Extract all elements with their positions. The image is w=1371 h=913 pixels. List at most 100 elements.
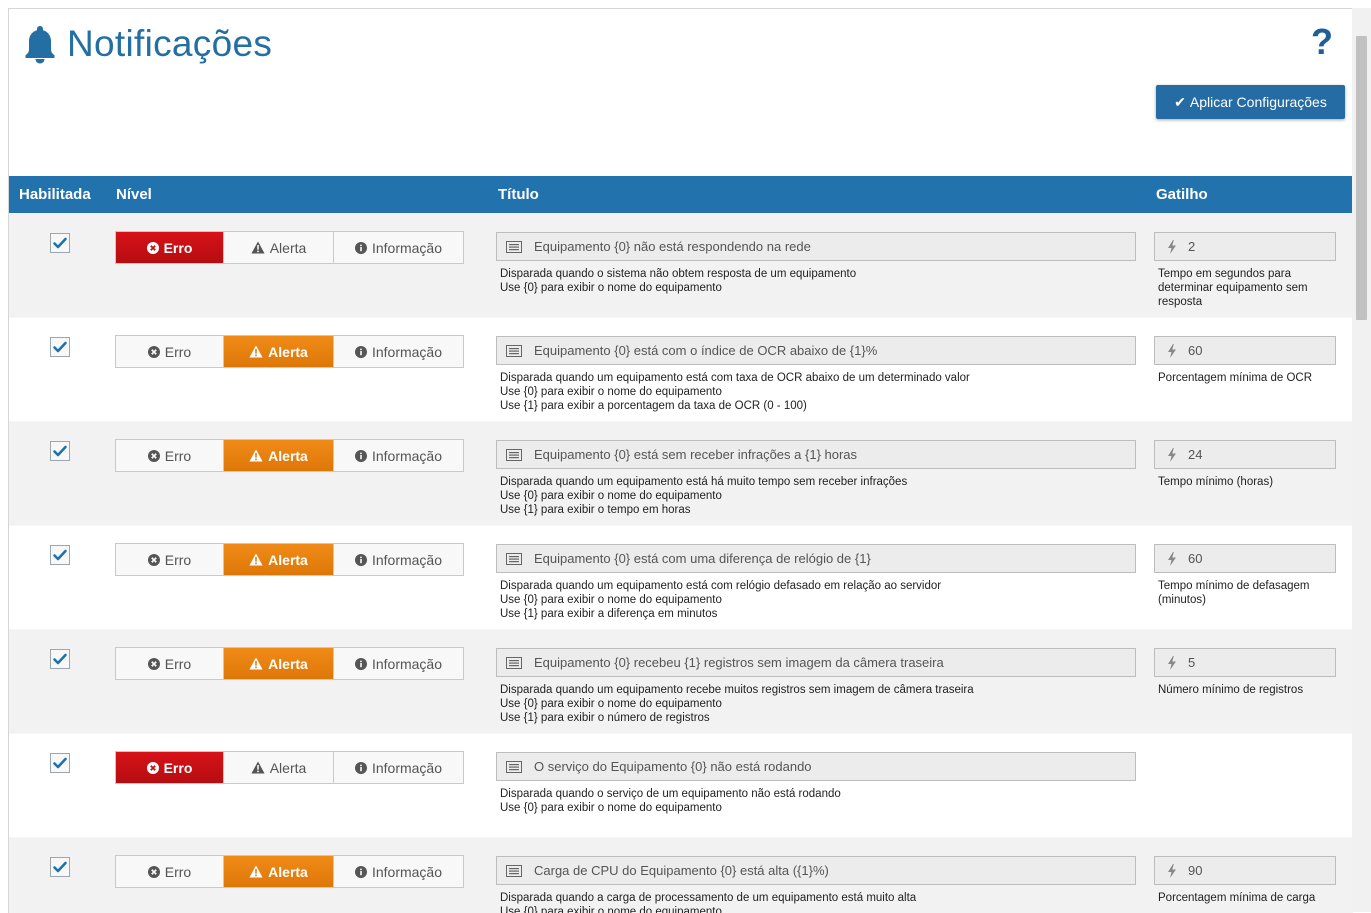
level-alert-label: Alerta <box>269 239 307 256</box>
scrollbar[interactable] <box>1352 8 1371 912</box>
trigger-value: 2 <box>1188 239 1196 254</box>
trigger-description: Tempo em segundos para determinar equipa… <box>1158 268 1308 308</box>
level-error-button[interactable]: Erro <box>116 752 224 783</box>
list-icon <box>506 240 522 253</box>
list-icon <box>506 448 522 461</box>
enabled-checkbox[interactable] <box>50 233 70 253</box>
level-alert-button[interactable]: Alerta <box>224 336 334 367</box>
level-info-button[interactable]: Informação <box>334 752 463 783</box>
notification-description: Disparada quando um equipamento recebe m… <box>500 684 974 724</box>
level-error-button[interactable]: Erro <box>116 648 224 679</box>
title-input[interactable]: Equipamento {0} está com o índice de OCR… <box>496 336 1136 365</box>
title-input[interactable]: Equipamento {0} não está respondendo na … <box>496 232 1136 261</box>
column-trigger: Gatilho <box>1156 186 1208 203</box>
level-info-label: Informação <box>371 759 443 776</box>
level-selector: Erro Alerta Informação <box>115 543 464 576</box>
times-circle-icon <box>146 241 159 254</box>
level-error-label: Erro <box>164 447 192 464</box>
table-row: Erro Alerta Informação O serviço do Equi… <box>9 733 1353 837</box>
level-selector: Erro Alerta Informação <box>115 231 464 264</box>
level-alert-button[interactable]: Alerta <box>224 232 334 263</box>
enabled-checkbox[interactable] <box>50 753 70 773</box>
times-circle-icon <box>147 449 160 462</box>
level-alert-button[interactable]: Alerta <box>224 544 334 575</box>
level-alert-label: Alerta <box>268 447 308 464</box>
enabled-checkbox[interactable] <box>50 857 70 877</box>
level-info-label: Informação <box>371 239 443 256</box>
trigger-input[interactable]: 60 <box>1154 544 1336 573</box>
check-icon <box>53 549 67 561</box>
help-icon[interactable]: ? <box>1311 24 1333 60</box>
trigger-input[interactable]: 60 <box>1154 336 1336 365</box>
level-error-button[interactable]: Erro <box>116 440 224 471</box>
warning-icon <box>251 241 265 254</box>
bolt-icon <box>1168 863 1176 878</box>
list-icon <box>506 552 522 565</box>
check-icon <box>53 341 67 353</box>
table-header: Habilitada Nível Título Gatilho <box>9 176 1353 213</box>
level-info-label: Informação <box>371 655 443 672</box>
level-info-button[interactable]: Informação <box>334 544 463 575</box>
level-error-label: Erro <box>164 551 192 568</box>
level-selector: Erro Alerta Informação <box>115 855 464 888</box>
level-info-button[interactable]: Informação <box>334 440 463 471</box>
level-error-button[interactable]: Erro <box>116 544 224 575</box>
scrollbar-thumb[interactable] <box>1356 36 1367 320</box>
level-alert-button[interactable]: Alerta <box>224 752 334 783</box>
trigger-description: Número mínimo de registros <box>1158 684 1304 696</box>
title-value: Equipamento {0} está com o índice de OCR… <box>534 343 878 358</box>
list-icon <box>506 656 522 669</box>
check-icon <box>53 237 67 249</box>
apply-settings-button[interactable]: ✔ Aplicar Configurações <box>1156 85 1345 119</box>
check-icon <box>53 445 67 457</box>
check-icon: ✔ <box>1174 93 1186 110</box>
trigger-input[interactable]: 90 <box>1154 856 1336 885</box>
list-icon <box>506 344 522 357</box>
warning-icon <box>249 865 263 878</box>
title-input[interactable]: Equipamento {0} recebeu {1} registros se… <box>496 648 1136 677</box>
trigger-value: 60 <box>1188 551 1203 566</box>
warning-icon <box>249 449 263 462</box>
info-circle-icon <box>354 761 367 774</box>
level-alert-button[interactable]: Alerta <box>224 648 334 679</box>
bolt-icon <box>1168 655 1176 670</box>
level-selector: Erro Alerta Informação <box>115 439 464 472</box>
enabled-checkbox[interactable] <box>50 337 70 357</box>
level-info-button[interactable]: Informação <box>334 232 463 263</box>
level-alert-button[interactable]: Alerta <box>224 856 334 887</box>
level-info-button[interactable]: Informação <box>334 856 463 887</box>
level-alert-label: Alerta <box>268 863 308 880</box>
table-row: Erro Alerta Informação Equipamento {0} e… <box>9 421 1353 525</box>
list-icon <box>506 864 522 877</box>
level-error-button[interactable]: Erro <box>116 856 224 887</box>
title-input[interactable]: Equipamento {0} está com uma diferença d… <box>496 544 1136 573</box>
bolt-icon <box>1168 551 1176 566</box>
level-error-button[interactable]: Erro <box>116 336 224 367</box>
enabled-checkbox[interactable] <box>50 649 70 669</box>
title-input[interactable]: Carga de CPU do Equipamento {0} está alt… <box>496 856 1136 885</box>
trigger-value: 60 <box>1188 343 1203 358</box>
bolt-icon <box>1168 343 1176 358</box>
title-value: Equipamento {0} não está respondendo na … <box>534 239 811 254</box>
enabled-checkbox[interactable] <box>50 545 70 565</box>
level-alert-label: Alerta <box>268 551 308 568</box>
info-circle-icon <box>354 553 367 566</box>
level-alert-button[interactable]: Alerta <box>224 440 334 471</box>
page-header: Notificações <box>23 23 272 65</box>
trigger-input[interactable]: 5 <box>1154 648 1336 677</box>
trigger-description: Porcentagem mínima de OCR <box>1158 372 1313 384</box>
enabled-checkbox[interactable] <box>50 441 70 461</box>
table-row: Erro Alerta Informação Equipamento {0} n… <box>9 213 1353 317</box>
warning-icon <box>251 761 265 774</box>
title-input[interactable]: O serviço do Equipamento {0} não está ro… <box>496 752 1136 781</box>
level-info-button[interactable]: Informação <box>334 648 463 679</box>
level-error-button[interactable]: Erro <box>116 232 224 263</box>
info-circle-icon <box>354 657 367 670</box>
trigger-input[interactable]: 24 <box>1154 440 1336 469</box>
times-circle-icon <box>147 657 160 670</box>
trigger-value: 24 <box>1188 447 1203 462</box>
trigger-input[interactable]: 2 <box>1154 232 1336 261</box>
warning-icon <box>249 657 263 670</box>
level-info-button[interactable]: Informação <box>334 336 463 367</box>
title-input[interactable]: Equipamento {0} está sem receber infraçõ… <box>496 440 1136 469</box>
